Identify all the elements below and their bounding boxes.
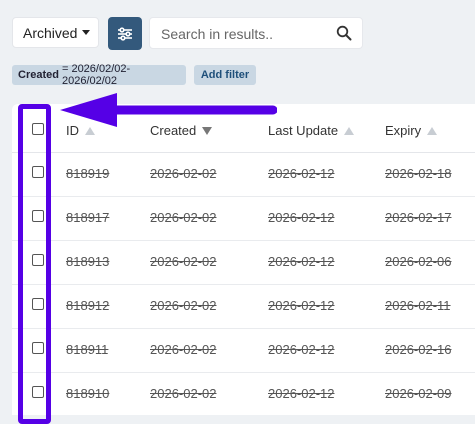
table-row[interactable]: 818917 2026-02-02 2026-02-12 2026-02-17: [12, 197, 475, 241]
sort-asc-icon: [427, 126, 438, 135]
row-id[interactable]: 818910: [66, 386, 109, 401]
table-row[interactable]: 818911 2026-02-02 2026-02-12 2026-02-16: [12, 329, 475, 373]
row-expiry: 2026-02-11: [385, 298, 451, 313]
row-expiry: 2026-02-06: [385, 254, 452, 269]
column-header-created-label: Created: [150, 123, 197, 138]
row-checkbox[interactable]: [32, 254, 44, 266]
row-checkbox[interactable]: [32, 210, 44, 222]
row-expiry: 2026-02-09: [385, 386, 452, 401]
sliders-icon: [118, 26, 132, 41]
row-checkbox[interactable]: [32, 298, 44, 310]
column-header-expiry-label: Expiry: [385, 123, 422, 138]
created-filter-value: = 2026/02/02-2026/02/02: [61, 63, 131, 87]
table-row[interactable]: 818913 2026-02-02 2026-02-12 2026-02-06: [12, 241, 475, 285]
search-icon[interactable]: [336, 25, 352, 41]
table-header: ID Created Last Update Expiry: [12, 104, 475, 153]
created-filter-key: Created: [18, 69, 59, 81]
select-all-checkbox[interactable]: [32, 123, 44, 135]
row-checkbox[interactable]: [32, 386, 44, 398]
table-row[interactable]: 818910 2026-02-02 2026-02-12 2026-02-09: [12, 373, 475, 415]
results-table: ID Created Last Update Expiry 818919 202…: [12, 104, 475, 415]
table-row[interactable]: 818912 2026-02-02 2026-02-12 2026-02-11: [12, 285, 475, 329]
toolbar: Archived: [0, 0, 475, 60]
archived-dropdown-label: Archived: [23, 24, 78, 41]
column-header-id[interactable]: ID: [66, 123, 95, 138]
table-row[interactable]: 818919 2026-02-02 2026-02-12 2026-02-18: [12, 153, 475, 197]
row-created: 2026-02-02: [150, 210, 217, 225]
row-created: 2026-02-02: [150, 298, 217, 313]
column-header-id-label: ID: [66, 123, 79, 138]
sort-desc-icon: [202, 126, 213, 135]
row-id[interactable]: 818919: [66, 166, 109, 181]
column-header-last-update[interactable]: Last Update: [268, 123, 355, 138]
created-filter-chip[interactable]: Created = 2026/02/02-2026/02/02: [12, 63, 186, 87]
row-last-update: 2026-02-12: [268, 386, 335, 401]
row-expiry: 2026-02-16: [385, 342, 452, 357]
row-id[interactable]: 818912: [66, 298, 109, 313]
row-expiry: 2026-02-17: [385, 210, 452, 225]
caret-down-icon: [82, 30, 91, 35]
filter-settings-button[interactable]: [108, 17, 142, 50]
row-last-update: 2026-02-12: [268, 298, 335, 313]
column-header-created[interactable]: Created: [150, 123, 213, 138]
row-last-update: 2026-02-12: [268, 342, 335, 357]
row-expiry: 2026-02-18: [385, 166, 452, 181]
row-id[interactable]: 818911: [66, 342, 108, 357]
row-created: 2026-02-02: [150, 254, 217, 269]
row-created: 2026-02-02: [150, 342, 217, 357]
row-created: 2026-02-02: [150, 166, 217, 181]
column-header-expiry[interactable]: Expiry: [385, 123, 438, 138]
row-checkbox[interactable]: [32, 166, 44, 178]
search-box: [149, 17, 363, 49]
add-filter-button[interactable]: Add filter: [194, 65, 256, 85]
row-id[interactable]: 818917: [66, 210, 109, 225]
row-created: 2026-02-02: [150, 386, 217, 401]
search-input[interactable]: [159, 24, 333, 44]
row-last-update: 2026-02-12: [268, 166, 335, 181]
row-id[interactable]: 818913: [66, 254, 109, 269]
sort-asc-icon: [85, 126, 95, 135]
row-checkbox[interactable]: [32, 342, 44, 354]
sort-asc-icon: [344, 126, 355, 135]
column-header-last-update-label: Last Update: [268, 123, 339, 138]
row-last-update: 2026-02-12: [268, 210, 335, 225]
archived-dropdown[interactable]: Archived: [12, 17, 99, 48]
row-last-update: 2026-02-12: [268, 254, 335, 269]
